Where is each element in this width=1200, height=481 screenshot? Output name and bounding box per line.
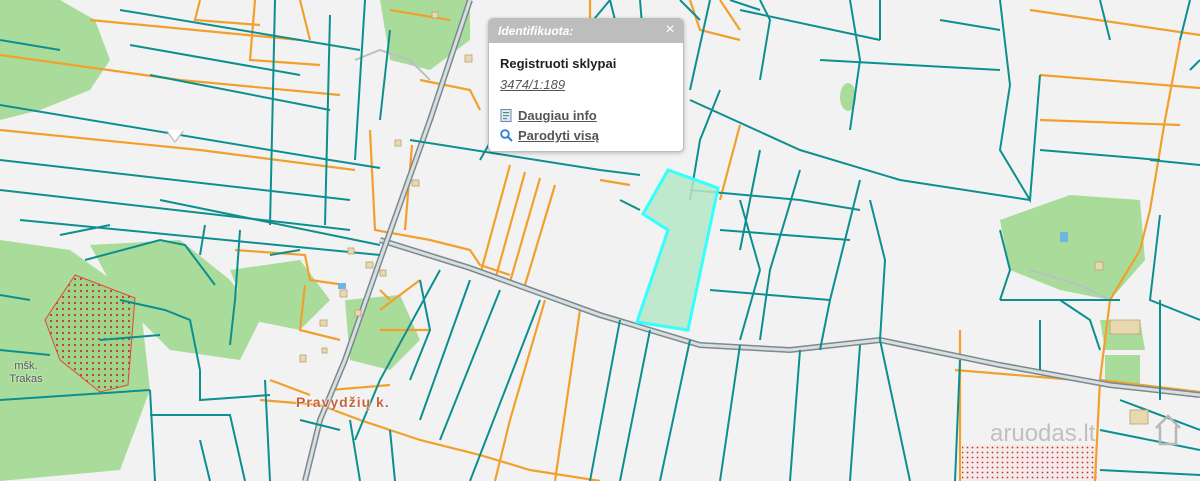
watermark-text: aruodas.lt	[990, 420, 1096, 447]
show-all-label: Parodyti visą	[518, 128, 599, 143]
identify-popup: Identifikuota: × Registruoti sklypai 347…	[488, 18, 684, 152]
forest-label-line2: Trakas	[9, 373, 43, 385]
popup-title: Identifikuota:	[498, 24, 574, 38]
pond	[1060, 232, 1068, 242]
parcel-id-link[interactable]: 3474/1:189	[500, 77, 565, 92]
forest-label-line1: mšk.	[14, 360, 38, 372]
selected-parcel	[635, 168, 720, 332]
popup-header: Identifikuota: ×	[489, 19, 683, 43]
layer-name: Registruoti sklypai	[500, 56, 617, 71]
popup-pointer-fill	[167, 130, 183, 141]
cadastral-map[interactable]: Pravydžių k. mšk. Trakas Identifikuota: …	[0, 0, 1200, 481]
house-icon	[1155, 414, 1181, 446]
close-icon[interactable]: ×	[662, 21, 678, 39]
village-label: Pravydžių k.	[296, 394, 390, 410]
more-info-label: Daugiau info	[518, 108, 597, 123]
pond	[338, 283, 346, 289]
watermark-logo: aruodas.lt	[990, 414, 1181, 447]
show-all-link[interactable]: Parodyti visą	[500, 128, 599, 143]
magnifier-icon	[500, 129, 513, 142]
forest-label: mšk. Trakas	[4, 360, 48, 386]
more-info-link[interactable]: Daugiau info	[500, 108, 597, 123]
document-icon	[500, 109, 512, 122]
